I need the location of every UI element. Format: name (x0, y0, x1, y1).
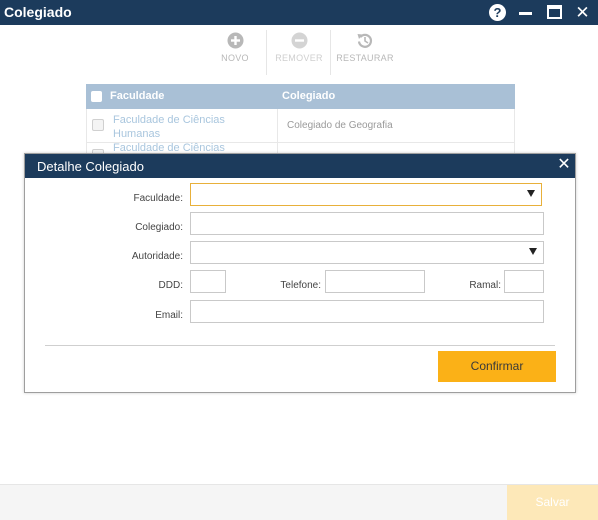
row-checkbox[interactable] (92, 119, 104, 131)
toolbar-divider (266, 30, 267, 75)
chevron-down-icon (527, 190, 535, 197)
help-glyph: ? (489, 4, 506, 21)
column-header-faculdade[interactable]: Faculdade (110, 90, 164, 102)
novo-label: NOVO (221, 53, 249, 63)
faculdade-select[interactable] (190, 183, 542, 206)
confirmar-button[interactable]: Confirmar (438, 351, 556, 382)
cell-colegiado: Colegiado de Geografia (287, 120, 393, 131)
dialog-title: Detalhe Colegiado (37, 159, 144, 174)
window-title: Colegiado (4, 4, 72, 20)
autoridade-select[interactable] (190, 241, 544, 264)
minus-circle-icon (291, 32, 307, 49)
plus-circle-icon (227, 32, 243, 49)
ddd-input[interactable] (190, 270, 226, 293)
colegiado-label: Colegiado: (135, 222, 183, 233)
dialog-divider (45, 345, 555, 346)
novo-button[interactable]: NOVO (216, 32, 254, 63)
email-label: Email: (155, 310, 183, 321)
restaurar-label: RESTAURAR (336, 53, 394, 63)
app-window: Colegiado ? ✕ NOVO REMOVER RESTAURAR Fac… (0, 0, 598, 520)
salvar-button[interactable]: Salvar (507, 485, 598, 520)
ramal-input[interactable] (504, 270, 544, 293)
column-header-colegiado[interactable]: Colegiado (282, 90, 335, 102)
ramal-label: Ramal: (469, 280, 501, 291)
help-icon[interactable]: ? (488, 3, 507, 22)
telefone-input[interactable] (325, 270, 425, 293)
colegiado-grid: Faculdade Colegiado Faculdade de Ciência… (86, 84, 515, 155)
minimize-icon[interactable] (516, 3, 535, 22)
restore-icon (357, 33, 373, 48)
remover-button[interactable]: REMOVER (274, 32, 324, 63)
dialog-header: Detalhe Colegiado ✕ (25, 154, 575, 178)
email-input[interactable] (190, 300, 544, 323)
cell-faculdade: Faculdade de Ciências Humanas (113, 114, 225, 140)
title-bar: Colegiado ? ✕ (0, 0, 598, 25)
restaurar-button[interactable]: RESTAURAR (336, 32, 394, 63)
chevron-down-icon (529, 248, 537, 255)
faculdade-label: Faculdade: (133, 193, 183, 204)
ddd-label: DDD: (158, 280, 183, 291)
autoridade-label: Autoridade: (131, 251, 183, 262)
detalhe-colegiado-dialog: Detalhe Colegiado ✕ Faculdade: Colegiado… (24, 153, 576, 393)
select-all-checkbox[interactable] (91, 91, 102, 102)
telefone-label: Telefone: (280, 280, 321, 291)
toolbar-divider (330, 30, 331, 75)
close-icon[interactable]: ✕ (556, 156, 572, 174)
maximize-icon[interactable] (545, 3, 564, 22)
table-row[interactable]: Faculdade de Ciências Humanas Colegiado … (86, 109, 515, 143)
remover-label: REMOVER (275, 53, 323, 63)
close-window-icon[interactable]: ✕ (573, 3, 592, 22)
colegiado-input[interactable] (190, 212, 544, 235)
grid-header: Faculdade Colegiado (86, 84, 515, 109)
